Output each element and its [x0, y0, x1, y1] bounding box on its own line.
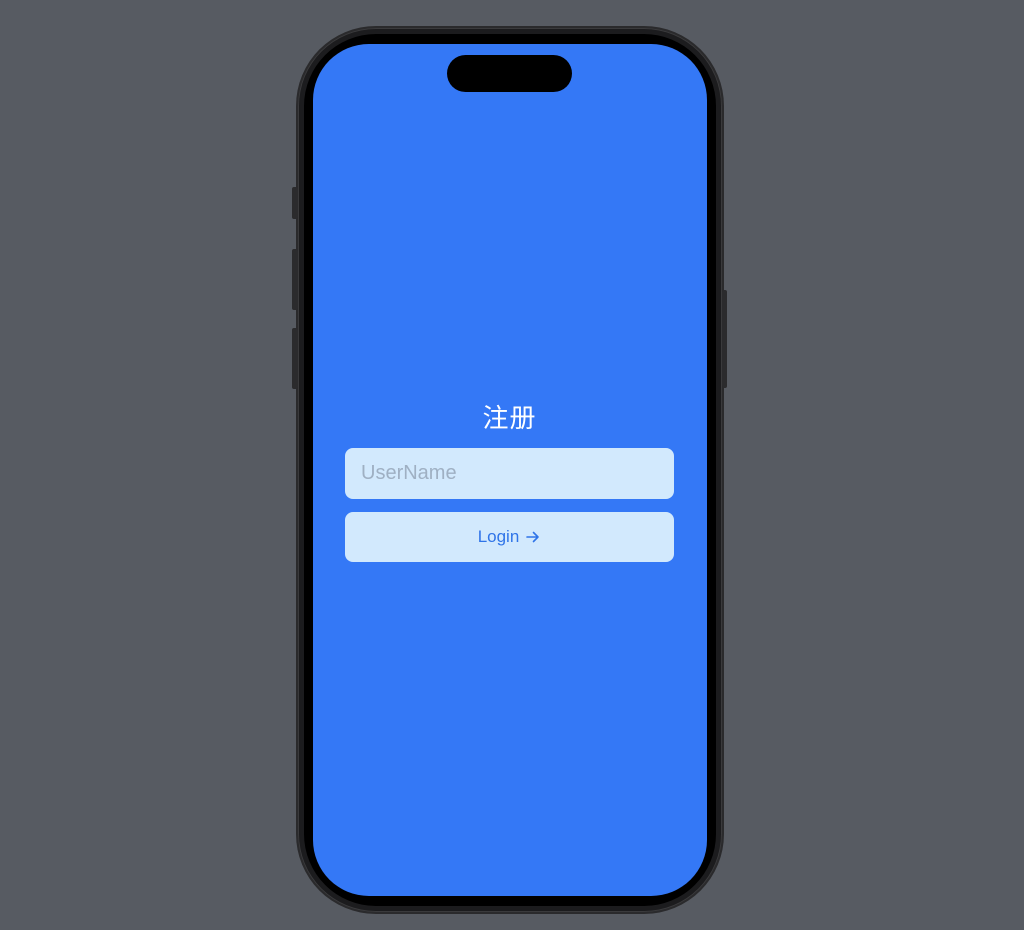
register-form: 注册 Login [345, 402, 674, 562]
arrow-right-icon [525, 529, 541, 545]
simulator-stage: 注册 Login [0, 0, 1024, 930]
silent-switch [292, 187, 298, 219]
username-input[interactable] [345, 448, 674, 499]
login-button[interactable]: Login [345, 512, 674, 562]
power-button [722, 290, 727, 388]
app-screen: 注册 Login [313, 44, 707, 896]
page-title: 注册 [482, 404, 537, 434]
dynamic-island [447, 55, 572, 92]
login-button-label: Login [477, 527, 520, 546]
volume-down-button [292, 328, 298, 389]
volume-up-button [292, 249, 298, 310]
